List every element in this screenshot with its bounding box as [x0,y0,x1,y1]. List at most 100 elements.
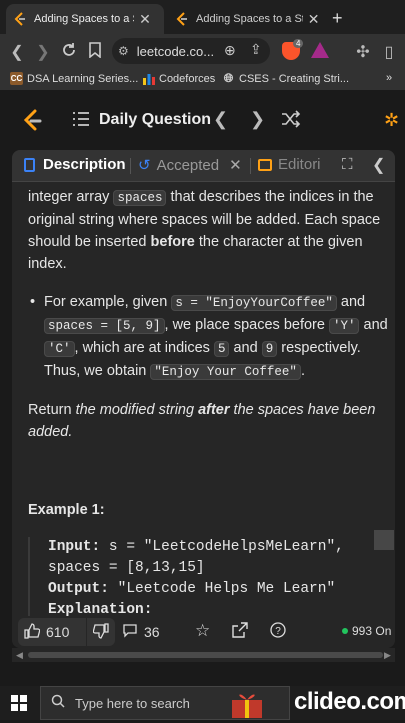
inline-code: 'C' [44,341,75,357]
tab-description[interactable]: Description [24,156,126,173]
bookmark-label: DSA Learning Series... [27,72,139,85]
bookmark-label: Codeforces [159,72,216,85]
panel-action-bar: 610 36 ☆ ? 993 On [12,616,395,648]
italic-text: the modified string [75,402,199,418]
svg-text:?: ? [275,626,281,637]
new-tab-button[interactable]: + [332,8,343,29]
forward-icon[interactable]: ❯ [34,42,52,62]
tab-title: Adding Spaces to a String [34,13,134,25]
site-settings-icon[interactable]: ⚙ [118,44,129,58]
text: For example, given [44,294,172,310]
scroll-left-icon[interactable]: ◀ [16,650,23,661]
leetcode-header: Daily Question ❮ ❯ ✲ [0,90,405,150]
next-question-icon[interactable]: ❯ [250,109,265,130]
brave-rewards-icon[interactable] [311,42,329,58]
debug-icon[interactable]: ✲ [384,110,399,131]
problem-list-icon[interactable] [72,111,90,132]
online-count: 993 On [342,624,391,638]
watermark-text: clideo.com [294,688,405,715]
bold-italic-text: after [198,402,230,418]
output-value: "Leetcode Helps Me Learn" [108,581,336,597]
zoom-icon[interactable]: ⊕ [224,42,236,59]
panel-tab-bar: Description ↺ Accepted ✕ Editori ⛶ ❮ [12,150,395,182]
bookmark-codeforces[interactable]: Codeforces [142,72,215,85]
thumbs-down-icon [92,622,109,642]
extensions-icon[interactable]: ✣ [354,42,372,62]
scroll-right-icon[interactable]: ▶ [384,650,391,661]
inline-code: 5 [213,341,230,357]
dislike-button[interactable] [87,618,115,646]
bookmark-dsa[interactable]: CC DSA Learning Series... [10,72,138,85]
tab-title: Adding Spaces to a String [196,13,303,25]
windows-start-icon[interactable] [11,695,27,716]
description-panel: Description ↺ Accepted ✕ Editori ⛶ ❮ int… [12,150,395,648]
inline-code: "Enjoy Your Coffee" [150,364,301,380]
online-dot-icon [342,628,348,634]
browser-tab-inactive[interactable]: Adding Spaces to a String ✕ [168,4,320,34]
text: . [300,363,305,379]
tab-label: Editori [278,156,321,173]
comment-icon [122,622,138,641]
like-count: 610 [46,624,70,640]
maximize-icon[interactable]: ⛶ [342,156,353,173]
share-icon[interactable] [232,622,248,641]
example-bullet-list: • For example, given s = "EnjoyYourCoffe… [28,291,388,383]
help-icon[interactable]: ? [270,622,286,641]
bookmark-icon[interactable] [86,42,104,63]
gift-icon [228,690,266,718]
online-text: 993 On [352,624,392,638]
brave-shield-badge: 4 [293,39,304,48]
back-icon[interactable]: ❮ [8,42,26,62]
prev-question-icon[interactable]: ❮ [213,109,228,130]
bookmarks-bar: CC DSA Learning Series... Codeforces 🌐︎ … [0,68,405,90]
collapse-panel-icon[interactable]: ❮ [372,155,385,175]
inline-code: 9 [261,341,278,357]
globe-icon: 🌐︎ [223,71,234,85]
text: and [336,294,366,310]
text: Return [28,402,76,418]
close-tab-icon[interactable]: ✕ [229,156,242,174]
text: integer array [28,189,114,205]
close-tab-icon[interactable]: ✕ [307,11,320,28]
daily-question-title[interactable]: Daily Question [99,111,211,129]
comments-button[interactable]: 36 [122,622,160,641]
leetcode-favicon-icon [12,11,28,27]
problem-description: integer array spaces that describes the … [28,186,388,621]
scrollbar-thumb[interactable] [28,652,383,658]
leetcode-favicon-icon [174,11,190,27]
comment-count: 36 [144,623,160,640]
example-block: Input: s = "LeetcodeHelpsMeLearn", space… [28,537,388,621]
bookmarks-overflow[interactable]: » [386,72,392,84]
text: , we place spaces before [164,317,329,333]
tab-accepted[interactable]: ↺ Accepted ✕ [138,156,242,175]
history-icon: ↺ [138,157,151,174]
text: and [229,340,262,356]
text: and [359,317,388,333]
browser-tab-strip: Adding Spaces to a String ✕ Adding Space… [0,0,405,34]
tab-editorial[interactable]: Editori [258,156,321,173]
description-icon [24,157,35,172]
horizontal-scrollbar[interactable]: ◀ ▶ [12,648,395,662]
description-paragraph: integer array spaces that describes the … [28,186,388,275]
inline-code: spaces = [5, 9] [44,318,165,334]
url-text: leetcode.co... [136,43,215,59]
sidebar-icon[interactable]: ▯ [380,42,398,62]
url-bar[interactable]: ⚙ leetcode.co... ⊕ ⇪ [112,38,270,64]
reload-icon[interactable] [60,42,78,63]
bookmark-cses[interactable]: 🌐︎ CSES - Creating Stri... [222,71,349,85]
return-paragraph: Return the modified string after the spa… [28,399,388,443]
input-value: s = "LeetcodeHelpsMeLearn", [100,539,344,555]
inline-code: s = "EnjoyYourCoffee" [171,295,337,311]
codechef-icon: CC [10,72,23,85]
share-icon[interactable]: ⇪ [250,41,262,58]
shuffle-icon[interactable] [281,110,301,133]
close-tab-icon[interactable]: ✕ [138,11,152,28]
editorial-icon [258,158,272,171]
like-button[interactable]: 610 [18,618,86,646]
browser-tab-active[interactable]: Adding Spaces to a String ✕ [6,4,164,34]
input-value-continued: spaces = [8,13,15] [48,560,205,576]
leetcode-logo-icon[interactable] [22,109,44,138]
favorite-star-icon[interactable]: ☆ [195,621,210,641]
search-icon [51,694,65,713]
tab-divider [130,158,131,174]
